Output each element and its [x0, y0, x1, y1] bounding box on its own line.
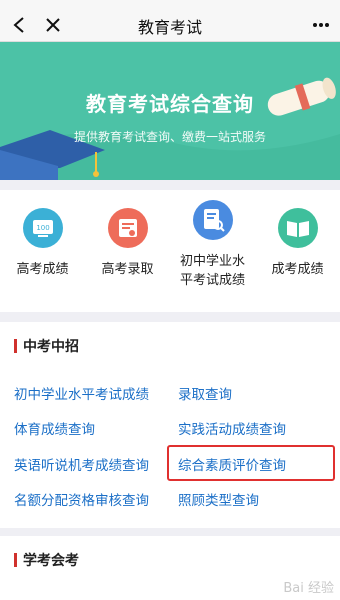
link-zhongkao-score[interactable]: 初中学业水平考试成绩	[14, 383, 149, 403]
exam-score-icon: 100	[22, 208, 63, 248]
service-label: 初中学业水平考试成绩	[179, 254, 245, 288]
banner-subtitle: 提供教育考试查询、缴费一站式服务	[73, 130, 266, 144]
nav-bar: 教育考试	[0, 8, 340, 42]
section-title: 学考会考	[23, 553, 79, 569]
link-care-type[interactable]: 照顾类型查询	[178, 489, 259, 509]
admission-icon	[107, 208, 148, 248]
service-chengkao-score[interactable]: 成考成绩	[255, 208, 340, 279]
service-label: 高考录取	[101, 262, 154, 277]
more-button[interactable]	[308, 12, 334, 38]
section-title: 中考中招	[23, 339, 79, 355]
svg-text:100: 100	[36, 224, 49, 232]
link-quota-qualification[interactable]: 名额分配资格审核查询	[14, 489, 149, 509]
service-zhongkao-score[interactable]: 初中学业水平考试成绩	[170, 200, 255, 290]
service-gaokao-score[interactable]: 100 高考成绩	[0, 208, 85, 279]
search-doc-icon	[192, 200, 233, 240]
link-english-oral-score[interactable]: 英语听说机考成绩查询	[14, 454, 149, 474]
section-accent-bar	[14, 339, 17, 353]
page-title: 教育考试	[137, 18, 202, 37]
section-header: 学考会考	[14, 552, 79, 569]
section-accent-bar	[14, 553, 17, 567]
status-bar	[0, 0, 340, 8]
link-admission-query[interactable]: 录取查询	[178, 383, 232, 403]
service-label: 高考成绩	[16, 262, 69, 277]
more-dots-icon	[313, 23, 329, 27]
highlight-box	[167, 445, 335, 481]
section-header: 中考中招	[14, 338, 79, 355]
book-icon	[277, 208, 318, 248]
service-label: 成考成绩	[271, 262, 324, 277]
banner: 教育考试综合查询 提供教育考试查询、缴费一站式服务	[0, 42, 340, 180]
service-gaokao-admission[interactable]: 高考录取	[85, 208, 170, 279]
banner-title: 教育考试综合查询	[86, 92, 254, 116]
link-pe-score[interactable]: 体育成绩查询	[14, 418, 95, 438]
link-practice-score[interactable]: 实践活动成绩查询	[178, 418, 286, 438]
watermark: Bai 经验	[283, 581, 334, 596]
service-grid: 100 高考成绩 高考录取 初中学业水平考试成绩 成考成绩	[0, 190, 340, 312]
